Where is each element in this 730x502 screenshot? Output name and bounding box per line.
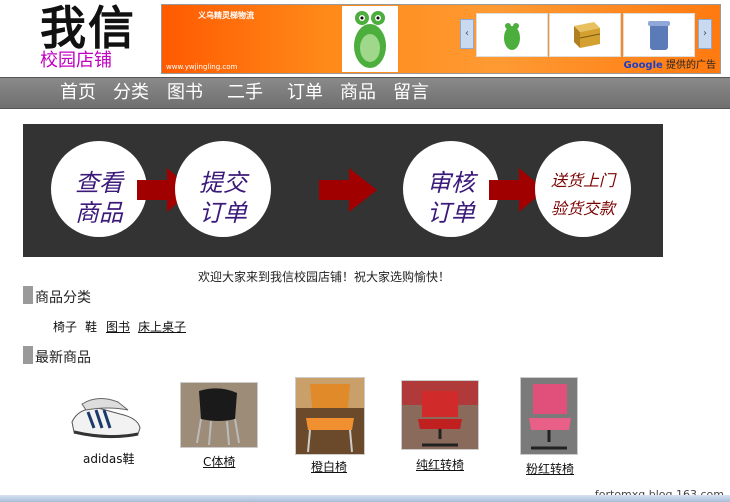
category-chairs[interactable]: 椅子 — [53, 318, 77, 335]
section-marker — [23, 286, 33, 304]
step-view-products: 查看 商品 — [51, 141, 147, 237]
step-3-line2: 订单 — [427, 199, 475, 227]
ad-url[interactable]: www.ywjingling.com — [166, 63, 237, 71]
chair-icon — [181, 383, 257, 447]
product-image-pink-swivel[interactable] — [520, 377, 578, 455]
welcome-message: 欢迎大家来到我信校园店铺！祝大家选购愉快！ — [198, 270, 451, 284]
product-name[interactable]: 纯红转椅 — [416, 456, 464, 473]
ad-google-label[interactable]: Google 提供的广告 — [623, 56, 716, 71]
section-marker — [23, 346, 33, 364]
latest-title: 最新商品 — [35, 350, 91, 366]
google-logo: Google — [623, 60, 663, 71]
product-name[interactable]: 粉红转椅 — [526, 460, 574, 477]
category-books[interactable]: 图书 — [106, 318, 130, 335]
category-bed-desk[interactable]: 床上桌子 — [138, 318, 186, 335]
step-submit-order: 提交 订单 — [175, 141, 271, 237]
nav-item-orders[interactable]: 订单 — [287, 81, 323, 105]
site-subtitle: 校园店铺 — [40, 50, 112, 71]
ad-thumbnail-3[interactable] — [623, 13, 695, 57]
frog-bin-icon — [354, 11, 386, 68]
ad-title[interactable]: 义乌精灵梯物流 — [198, 10, 254, 21]
product-image-adidas[interactable] — [68, 388, 144, 442]
step-delivery: 送货上门 验货交款 — [535, 141, 631, 237]
step-2-line2: 订单 — [199, 199, 247, 227]
process-banner: 查看 商品 提交 订单 审核 订单 送货上门 验货交款 — [23, 124, 663, 257]
product-image-orange-chair[interactable] — [295, 377, 365, 455]
google-suffix: 提供的广告 — [666, 60, 716, 71]
trash-bin-icon — [648, 21, 670, 50]
step-4-line2: 验货交款 — [550, 199, 615, 218]
taskbar — [0, 495, 730, 502]
frog-bin-icon — [504, 23, 520, 50]
step-review-order: 审核 订单 — [403, 141, 499, 237]
product-image-red-swivel[interactable] — [401, 380, 479, 450]
ad-banner[interactable]: 义乌精灵梯物流 www.ywjingling.com ‹ › Google 提供… — [161, 4, 721, 74]
nav-item-secondhand[interactable]: 二手 — [227, 81, 263, 105]
categories-title: 商品分类 — [35, 290, 91, 306]
ad-hero-image[interactable] — [342, 6, 398, 72]
product-name[interactable]: C体椅 — [203, 453, 235, 470]
nav-item-books[interactable]: 图书 — [167, 81, 203, 105]
product-name[interactable]: adidas鞋 — [83, 450, 135, 467]
ad-prev-button[interactable]: ‹ — [460, 19, 474, 49]
ad-next-button[interactable]: › — [698, 19, 712, 49]
nav-item-home[interactable]: 首页 — [60, 81, 96, 105]
step-1-line2: 商品 — [75, 199, 123, 227]
chair-icon — [521, 378, 577, 454]
chair-icon — [402, 381, 478, 449]
product-name[interactable]: 橙白椅 — [311, 458, 347, 475]
sneaker-icon — [71, 398, 141, 439]
arrow-right-icon — [319, 168, 377, 212]
nav-item-messages[interactable]: 留言 — [393, 81, 429, 105]
product-image-c-chair[interactable] — [180, 382, 258, 448]
chair-icon — [296, 378, 364, 454]
nav-item-category[interactable]: 分类 — [113, 81, 149, 105]
category-shoes[interactable]: 鞋 — [85, 318, 97, 335]
ad-thumbnail-2[interactable] — [549, 13, 621, 57]
main-nav: 首页 分类 图书 二手 订单 商品 留言 — [0, 77, 730, 109]
cabinet-icon — [574, 22, 601, 48]
site-logo[interactable]: 我信 — [40, 2, 136, 54]
ad-thumbnail-1[interactable] — [476, 13, 548, 57]
step-4-line1: 送货上门 — [550, 171, 615, 190]
nav-item-products[interactable]: 商品 — [340, 81, 376, 105]
